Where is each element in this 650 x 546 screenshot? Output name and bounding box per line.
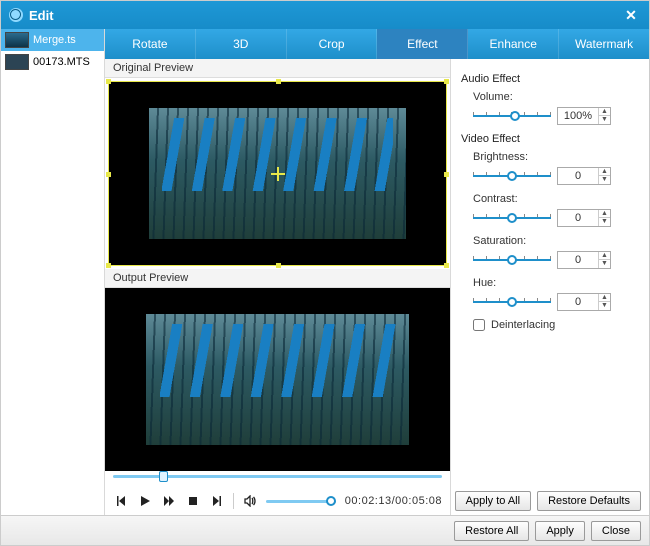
video-frame xyxy=(146,314,408,446)
volume-slider[interactable] xyxy=(266,500,336,503)
volume-label: Volume: xyxy=(473,91,639,103)
thumbnail-icon xyxy=(5,54,29,70)
close-icon[interactable]: ✕ xyxy=(621,7,641,24)
tab-enhance[interactable]: Enhance xyxy=(468,29,559,59)
stop-button[interactable] xyxy=(185,493,201,509)
original-preview-label: Original Preview xyxy=(105,59,450,78)
volume-icon[interactable] xyxy=(242,493,258,509)
brightness-slider[interactable] xyxy=(473,169,551,183)
saturation-slider[interactable] xyxy=(473,253,551,267)
hue-spinbox[interactable]: 0 ▲▼ xyxy=(557,293,611,311)
divider xyxy=(233,493,234,509)
close-button[interactable]: Close xyxy=(591,521,641,541)
file-sidebar: Merge.ts 00173.MTS xyxy=(1,29,105,515)
crop-handle[interactable] xyxy=(444,172,449,177)
volume-spinbox[interactable]: 100% ▲▼ xyxy=(557,107,611,125)
contrast-label: Contrast: xyxy=(473,193,639,205)
time-display: 00:02:13/00:05:08 xyxy=(345,495,442,507)
seek-bar[interactable] xyxy=(105,475,450,487)
sidebar-item-00173[interactable]: 00173.MTS xyxy=(1,51,104,73)
video-effect-title: Video Effect xyxy=(461,133,639,145)
playback-controls: 00:02:13/00:05:08 xyxy=(105,487,450,515)
hue-slider[interactable] xyxy=(473,295,551,309)
prev-frame-button[interactable] xyxy=(113,493,129,509)
spin-down-icon: ▼ xyxy=(599,116,610,124)
edit-tabs: Rotate 3D Crop Effect Enhance Watermark xyxy=(105,29,649,59)
audio-effect-title: Audio Effect xyxy=(461,73,639,85)
restore-defaults-button[interactable]: Restore Defaults xyxy=(537,491,641,511)
contrast-spinbox[interactable]: 0 ▲▼ xyxy=(557,209,611,227)
titlebar: Edit ✕ xyxy=(1,1,649,29)
preview-column: Original Preview Output Preview xyxy=(105,59,451,515)
play-button[interactable] xyxy=(137,493,153,509)
crop-handle[interactable] xyxy=(276,79,281,84)
dialog-footer: Restore All Apply Close xyxy=(1,515,649,545)
thumbnail-icon xyxy=(5,32,29,48)
volume-handle[interactable] xyxy=(326,496,336,506)
brightness-spinbox[interactable]: 0 ▲▼ xyxy=(557,167,611,185)
tab-3d[interactable]: 3D xyxy=(196,29,287,59)
apply-to-all-button[interactable]: Apply to All xyxy=(455,491,531,511)
tab-effect[interactable]: Effect xyxy=(377,29,468,59)
saturation-spinbox[interactable]: 0 ▲▼ xyxy=(557,251,611,269)
crop-handle[interactable] xyxy=(276,263,281,268)
original-preview[interactable] xyxy=(108,81,447,266)
crop-handle[interactable] xyxy=(444,79,449,84)
crosshair-icon xyxy=(271,167,285,181)
tab-rotate[interactable]: Rotate xyxy=(105,29,196,59)
crop-handle[interactable] xyxy=(106,172,111,177)
fast-forward-button[interactable] xyxy=(161,493,177,509)
crop-handle[interactable] xyxy=(106,79,111,84)
spin-up-icon: ▲ xyxy=(599,108,610,116)
app-logo-icon xyxy=(9,8,23,22)
saturation-label: Saturation: xyxy=(473,235,639,247)
volume-effect-slider[interactable] xyxy=(473,109,551,123)
sidebar-item-label: Merge.ts xyxy=(33,34,76,46)
tab-crop[interactable]: Crop xyxy=(287,29,378,59)
crop-handle[interactable] xyxy=(106,263,111,268)
deinterlacing-input[interactable] xyxy=(473,319,485,331)
output-preview xyxy=(105,288,450,471)
seek-handle[interactable] xyxy=(159,471,168,482)
output-preview-label: Output Preview xyxy=(105,269,450,288)
next-frame-button[interactable] xyxy=(209,493,225,509)
restore-all-button[interactable]: Restore All xyxy=(454,521,529,541)
hue-label: Hue: xyxy=(473,277,639,289)
effect-panel: Audio Effect Volume: 100% ▲▼ Vi xyxy=(451,59,649,515)
sidebar-item-merge[interactable]: Merge.ts xyxy=(1,29,104,51)
sidebar-item-label: 00173.MTS xyxy=(33,56,90,68)
window-title: Edit xyxy=(29,8,54,23)
crop-handle[interactable] xyxy=(444,263,449,268)
deinterlacing-checkbox[interactable]: Deinterlacing xyxy=(473,319,639,331)
contrast-slider[interactable] xyxy=(473,211,551,225)
tab-watermark[interactable]: Watermark xyxy=(559,29,649,59)
brightness-label: Brightness: xyxy=(473,151,639,163)
apply-button[interactable]: Apply xyxy=(535,521,585,541)
